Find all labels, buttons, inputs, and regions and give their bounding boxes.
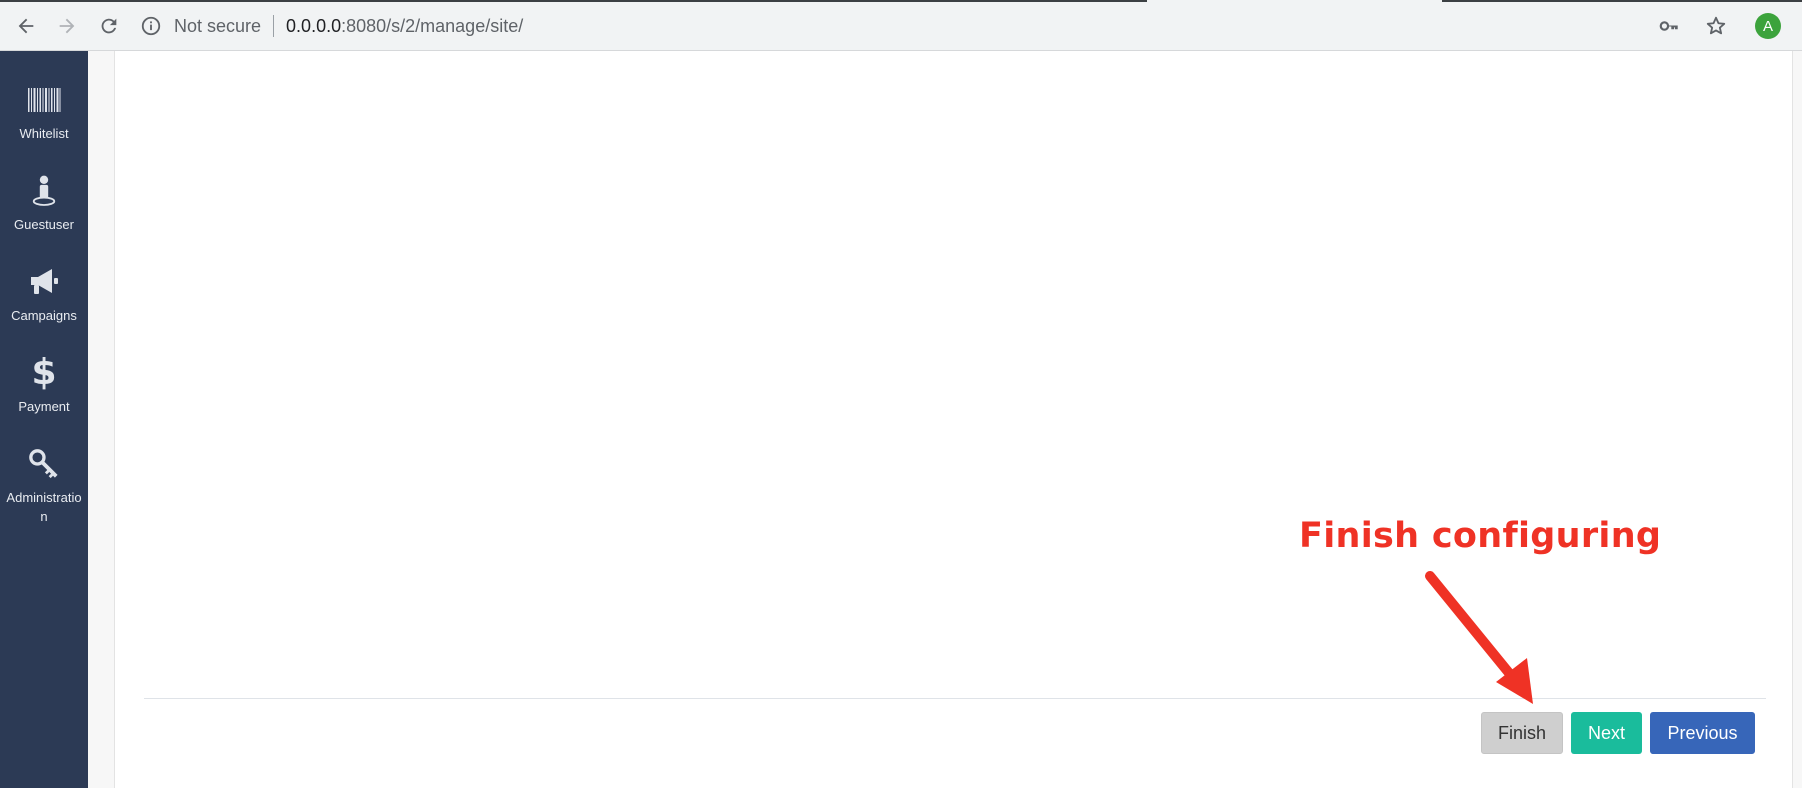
profile-button[interactable]: A [1752, 10, 1784, 42]
reload-icon [101, 18, 117, 34]
back-arrow-icon [18, 18, 34, 34]
address-bar[interactable]: Not secure 0.0.0.0 :8080/s/2/manage/site… [140, 8, 523, 44]
key-icon [24, 446, 64, 482]
sidebar-item-payment[interactable]: $ Payment [0, 355, 88, 416]
person-icon [24, 173, 64, 209]
annotation-arrow-icon [1425, 571, 1533, 704]
url-host: 0.0.0.0 [286, 15, 342, 36]
sidebar-item-label: Administration [6, 490, 82, 524]
page-scroll-gutter [1793, 51, 1802, 788]
star-icon [1706, 16, 1726, 35]
sidebar-item-label: Payment [18, 399, 70, 414]
megaphone-icon [24, 264, 64, 300]
browser-toolbar: Not secure 0.0.0.0 :8080/s/2/manage/site… [0, 0, 1802, 51]
annotation-label: Finish configuring [1299, 516, 1662, 556]
sidebar-item-whitelist[interactable]: Whitelist [0, 82, 88, 143]
sidebar-item-label: Campaigns [11, 308, 77, 323]
avatar: A [1755, 13, 1781, 39]
barcode-icon [24, 82, 64, 118]
dollar-icon: $ [31, 352, 57, 393]
omnibox-separator [273, 15, 275, 37]
content-gutter [88, 51, 115, 788]
sidebar-item-administration[interactable]: Administration [0, 446, 88, 526]
sidebar-item-label: Guestuser [14, 217, 74, 232]
bookmark-button[interactable] [1700, 10, 1732, 42]
finish-button[interactable]: Finish [1481, 712, 1563, 754]
info-icon[interactable] [140, 15, 162, 37]
sidebar-item-campaigns[interactable]: Campaigns [0, 264, 88, 325]
loading-bar [0, 0, 1802, 2]
sidebar-item-guestuser[interactable]: Guestuser [0, 173, 88, 234]
back-button[interactable] [10, 10, 42, 42]
reload-button[interactable] [93, 10, 125, 42]
sidebar-item-label: Whitelist [19, 126, 69, 141]
saved-passwords-button[interactable] [1653, 10, 1685, 42]
security-label: Not secure [174, 15, 262, 36]
forward-button[interactable] [51, 10, 83, 42]
previous-button[interactable]: Previous [1650, 712, 1755, 754]
key-icon [1659, 21, 1678, 31]
sidebar: Whitelist Guestuser Campaigns $ Payment [0, 51, 88, 788]
forward-arrow-icon [59, 18, 75, 34]
next-button[interactable]: Next [1571, 712, 1642, 754]
url-path: :8080/s/2/manage/site/ [341, 15, 524, 36]
